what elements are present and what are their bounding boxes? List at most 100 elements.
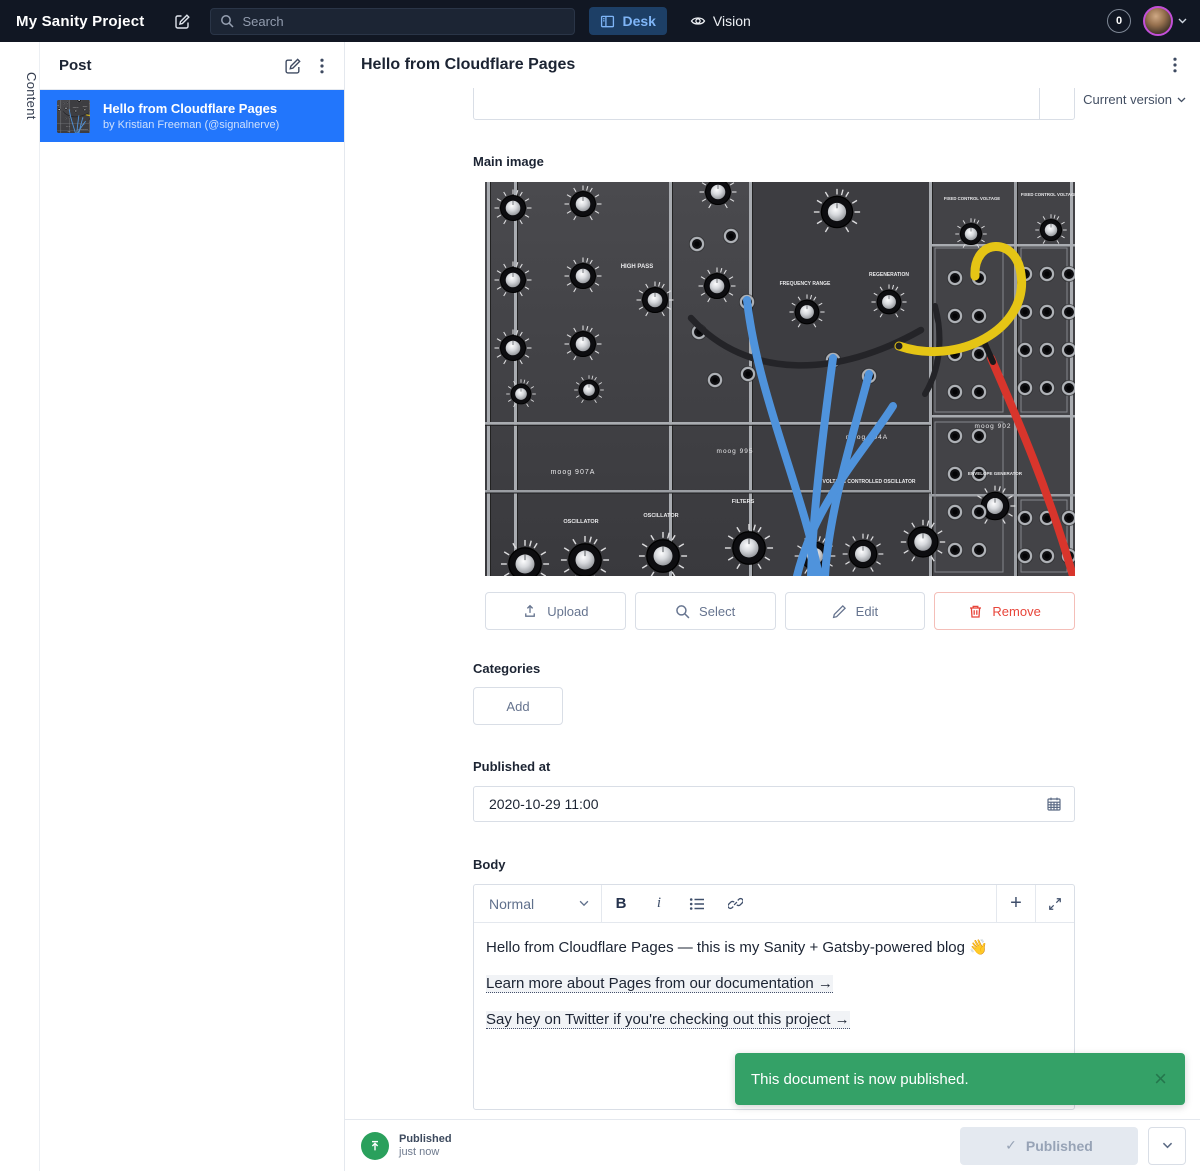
editor-content[interactable]: Hello from Cloudflare Pages — this is my… bbox=[474, 923, 1074, 1030]
publish-button[interactable]: ✓ Published bbox=[960, 1127, 1138, 1165]
published-at-label: Published at bbox=[473, 759, 550, 774]
tab-vision[interactable]: Vision bbox=[679, 7, 762, 35]
main-image-preview[interactable] bbox=[485, 182, 1075, 576]
post-item-title: Hello from Cloudflare Pages bbox=[103, 101, 279, 117]
block-style-value: Normal bbox=[489, 896, 579, 912]
main-image-photo bbox=[485, 182, 1075, 576]
body-paragraph: Learn more about Pages from our document… bbox=[486, 973, 1058, 994]
publish-button-label: Published bbox=[1026, 1138, 1093, 1154]
upload-button[interactable]: Upload bbox=[485, 592, 626, 630]
body-link[interactable]: Say hey on Twitter if you're checking ou… bbox=[486, 1011, 850, 1029]
publish-arrow-icon bbox=[368, 1139, 382, 1153]
pencil-icon bbox=[832, 604, 847, 619]
search-icon bbox=[220, 14, 234, 28]
create-post-button[interactable] bbox=[278, 51, 308, 81]
trash-icon bbox=[968, 604, 983, 619]
sanity-studio: HIGH PASS FREQUENCY RANGE REGENERATION F… bbox=[0, 0, 1200, 1171]
body-link[interactable]: Learn more about Pages from our document… bbox=[486, 975, 833, 993]
post-item-text: Hello from Cloudflare Pages by Kristian … bbox=[103, 101, 279, 131]
italic-button[interactable]: i bbox=[640, 885, 678, 922]
publish-status-title: Published bbox=[399, 1133, 452, 1145]
document-form: Current version Main image Upload bbox=[345, 88, 1200, 1119]
document-pane: Hello from Cloudflare Pages Current vers… bbox=[345, 42, 1200, 1171]
body-label: Body bbox=[473, 857, 506, 872]
editor-toolbar: Normal B i bbox=[474, 885, 1074, 923]
paragraph-text: Hello from Cloudflare Pages — this is my… bbox=[486, 939, 965, 956]
top-navbar: My Sanity Project Desk Vision bbox=[0, 0, 1200, 42]
post-pane-header: Post bbox=[40, 42, 344, 90]
calendar-icon bbox=[1046, 796, 1062, 812]
desk-icon bbox=[600, 14, 615, 29]
add-label: Add bbox=[506, 699, 529, 714]
toast-message: This document is now published. bbox=[751, 1071, 969, 1088]
chevron-down-icon bbox=[1178, 18, 1187, 24]
post-item-subtitle: by Kristian Freeman (@signalnerve) bbox=[103, 119, 279, 131]
plus-icon: + bbox=[1010, 892, 1022, 915]
publish-status-time: just now bbox=[399, 1146, 452, 1158]
published-at-field bbox=[473, 786, 1075, 822]
tab-desk[interactable]: Desk bbox=[589, 7, 666, 35]
publish-status-text: Published just now bbox=[399, 1133, 452, 1158]
new-document-button[interactable] bbox=[168, 7, 196, 35]
expand-icon bbox=[1048, 897, 1062, 911]
publish-toast: This document is now published. × bbox=[735, 1053, 1185, 1105]
search-icon bbox=[675, 604, 690, 619]
insert-block-button[interactable]: + bbox=[996, 885, 1035, 922]
published-at-input[interactable] bbox=[489, 796, 1046, 812]
edit-label: Edit bbox=[856, 604, 878, 619]
link-icon bbox=[728, 896, 743, 911]
kebab-menu-icon bbox=[1173, 57, 1177, 73]
bullet-list-icon bbox=[689, 897, 705, 911]
pane-title: Post bbox=[59, 57, 92, 74]
published-status-icon bbox=[361, 1132, 389, 1160]
version-select[interactable]: Current version bbox=[1083, 92, 1186, 107]
project-title: My Sanity Project bbox=[16, 13, 144, 30]
tab-desk-label: Desk bbox=[622, 13, 655, 29]
user-menu-button[interactable] bbox=[1178, 18, 1187, 24]
rail-label: Content bbox=[0, 58, 39, 120]
search-input[interactable] bbox=[242, 14, 565, 29]
bullet-list-button[interactable] bbox=[678, 885, 716, 922]
post-thumbnail bbox=[57, 100, 90, 133]
document-title: Hello from Cloudflare Pages bbox=[361, 56, 575, 74]
main-image-label: Main image bbox=[473, 154, 544, 169]
block-style-select[interactable]: Normal bbox=[474, 885, 602, 922]
remove-label: Remove bbox=[992, 604, 1040, 619]
check-icon: ✓ bbox=[1005, 1137, 1017, 1154]
publish-menu-button[interactable] bbox=[1148, 1127, 1186, 1165]
chevron-down-icon bbox=[1162, 1142, 1173, 1149]
remove-button[interactable]: Remove bbox=[934, 592, 1075, 630]
body-paragraph: Say hey on Twitter if you're checking ou… bbox=[486, 1009, 1058, 1030]
body-paragraph: Hello from Cloudflare Pages — this is my… bbox=[486, 937, 1058, 958]
calendar-button[interactable] bbox=[1046, 796, 1062, 812]
pane-menu-button[interactable] bbox=[308, 52, 336, 80]
eye-icon bbox=[690, 13, 706, 29]
link-button[interactable] bbox=[716, 885, 754, 922]
chevron-down-icon bbox=[579, 900, 589, 907]
avatar[interactable] bbox=[1143, 6, 1173, 36]
edit-button[interactable]: Edit bbox=[785, 592, 926, 630]
tab-vision-label: Vision bbox=[713, 13, 751, 29]
compose-icon bbox=[284, 57, 302, 75]
upload-icon bbox=[522, 603, 538, 619]
wave-emoji: 👋 bbox=[969, 939, 988, 956]
kebab-menu-icon bbox=[320, 58, 324, 74]
content-rail: Content bbox=[0, 42, 40, 1171]
presence-menu-button[interactable]: 0 bbox=[1107, 9, 1131, 33]
fullscreen-button[interactable] bbox=[1035, 885, 1074, 922]
document-menu-button[interactable] bbox=[1160, 50, 1190, 80]
bold-button[interactable]: B bbox=[602, 885, 640, 922]
global-search[interactable] bbox=[210, 8, 575, 35]
categories-label: Categories bbox=[473, 661, 540, 676]
add-category-button[interactable]: Add bbox=[473, 687, 563, 725]
toast-close-button[interactable]: × bbox=[1150, 1064, 1171, 1094]
chevron-down-icon bbox=[1177, 97, 1186, 103]
image-actions: Upload Select Edit bbox=[485, 592, 1075, 630]
select-button[interactable]: Select bbox=[635, 592, 776, 630]
publish-status: Published just now bbox=[361, 1132, 452, 1160]
post-list-item[interactable]: Hello from Cloudflare Pages by Kristian … bbox=[40, 90, 344, 142]
document-footer: Published just now ✓ Published bbox=[345, 1119, 1200, 1171]
presence-count: 0 bbox=[1116, 15, 1122, 27]
select-label: Select bbox=[699, 604, 735, 619]
document-header: Hello from Cloudflare Pages bbox=[345, 42, 1200, 88]
